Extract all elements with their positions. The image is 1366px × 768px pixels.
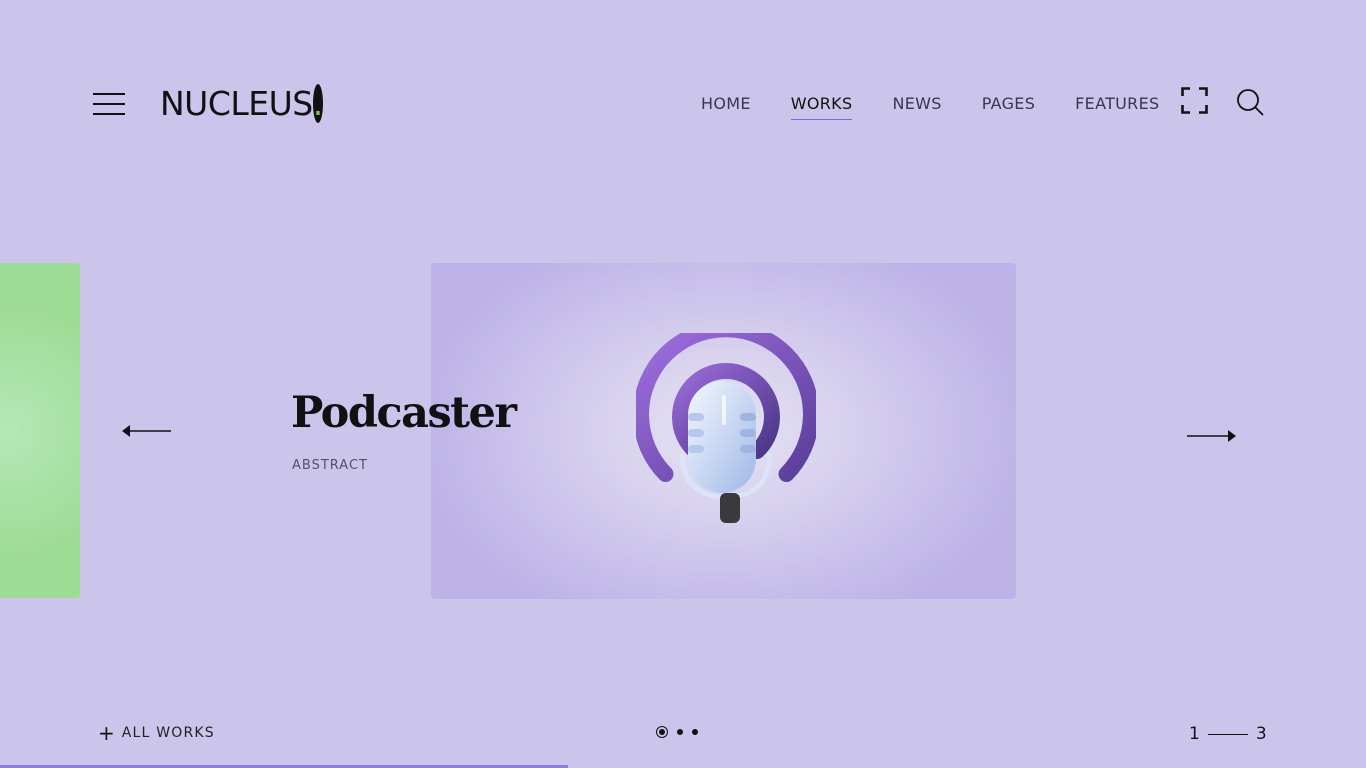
all-works-label: ALL WORKS xyxy=(121,725,215,741)
fullscreen-icon[interactable] xyxy=(1181,87,1208,114)
nav-item-pages[interactable]: PAGES xyxy=(982,94,1035,119)
menu-icon[interactable] xyxy=(93,91,125,117)
slide-dots xyxy=(656,726,698,738)
counter-current: 1 xyxy=(1189,724,1200,744)
slide-dot-3[interactable] xyxy=(692,729,698,735)
nav-item-works[interactable]: WORKS xyxy=(790,94,853,120)
nav-item-news[interactable]: NEWS xyxy=(892,94,941,119)
search-icon[interactable] xyxy=(1236,88,1264,116)
previous-slide-preview[interactable] xyxy=(0,263,80,598)
slide-dot-1[interactable] xyxy=(656,726,668,738)
nav-item-home[interactable]: HOME xyxy=(701,94,751,119)
arrow-right-icon[interactable] xyxy=(1184,426,1238,448)
slide-counter: 1 3 xyxy=(1189,724,1267,744)
main-nav: HOME WORKS NEWS PAGES FEATURES xyxy=(701,94,1159,120)
counter-divider xyxy=(1207,733,1248,735)
plus-icon: + xyxy=(98,721,115,745)
slide-category[interactable]: ABSTRACT xyxy=(292,458,368,473)
logo-dot: . xyxy=(312,84,323,123)
slide-progress-bar xyxy=(0,764,1366,768)
counter-total: 3 xyxy=(1255,724,1267,744)
logo[interactable]: NUCLEUS. xyxy=(160,84,323,123)
arrow-left-icon[interactable] xyxy=(120,420,174,442)
slide-dot-2[interactable] xyxy=(677,729,683,735)
microphone-icon xyxy=(633,321,819,533)
nav-item-features[interactable]: FEATURES xyxy=(1075,94,1159,119)
logo-text: NUCLEUS xyxy=(160,84,313,123)
all-works-button[interactable]: + ALL WORKS xyxy=(98,723,215,743)
slide-image[interactable] xyxy=(431,263,1016,599)
slide-title[interactable]: Podcaster xyxy=(291,388,517,438)
